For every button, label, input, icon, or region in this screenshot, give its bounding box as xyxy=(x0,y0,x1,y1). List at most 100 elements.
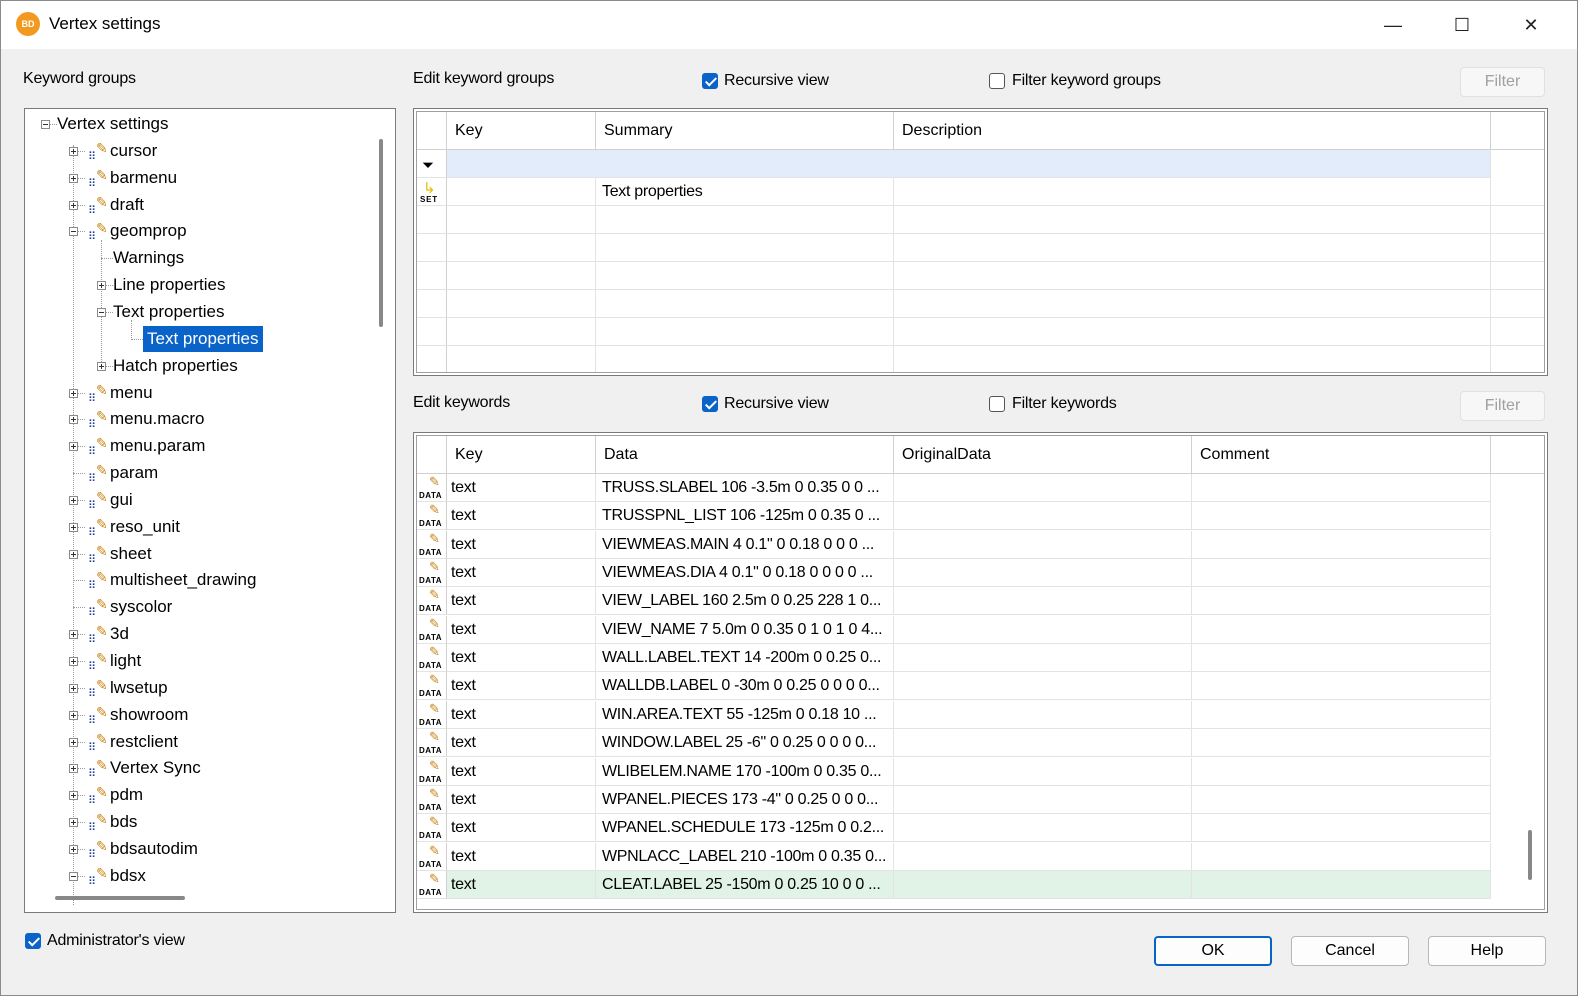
tree-item-label[interactable]: gui xyxy=(110,487,133,513)
row-header[interactable]: ✎ DATA xyxy=(417,842,447,871)
keyword-comment-cell[interactable] xyxy=(1192,474,1491,502)
tree-item-label[interactable]: cursor xyxy=(110,138,157,164)
row-header[interactable]: ✎ DATA xyxy=(417,587,447,616)
column-header-data[interactable]: Data xyxy=(596,436,894,474)
tree-item-label[interactable]: bdsautodim xyxy=(110,836,198,862)
filter-row[interactable] xyxy=(447,150,1491,178)
tree-item[interactable]: ✎ ⠿ menu xyxy=(25,380,370,406)
column-header-originaldata[interactable]: OriginalData xyxy=(894,436,1192,474)
row-header[interactable]: ✎ DATA xyxy=(417,502,447,531)
keyword-key-cell[interactable]: text xyxy=(447,842,596,871)
column-header-comment[interactable]: Comment xyxy=(1192,436,1491,474)
tree-item-label[interactable]: light xyxy=(110,648,141,674)
tree-item-label[interactable]: restclient xyxy=(110,729,178,755)
keywords-recursive-checkbox[interactable] xyxy=(702,396,718,412)
expand-icon[interactable] xyxy=(69,737,78,747)
keyword-data-cell[interactable]: VIEW_LABEL 160 2.5m 0 0.25 228 1 0... xyxy=(596,587,894,616)
keyword-comment-cell[interactable] xyxy=(1192,870,1491,899)
tree-item-label[interactable]: syscolor xyxy=(110,594,172,620)
keyword-key-cell[interactable]: text xyxy=(447,729,596,758)
keyword-data-cell[interactable]: VIEWMEAS.DIA 4 0.1" 0 0.18 0 0 0 0 ... xyxy=(596,559,894,588)
keyword-key-cell[interactable]: text xyxy=(447,814,596,843)
filter-row-header[interactable]: ⏷ xyxy=(417,150,447,178)
tree-item[interactable]: Text properties xyxy=(25,299,370,325)
keyword-key-cell[interactable]: text xyxy=(447,474,596,502)
keyword-originaldata-cell[interactable] xyxy=(894,530,1192,559)
keyword-comment-cell[interactable] xyxy=(1192,559,1491,588)
keyword-data-cell[interactable]: WALLDB.LABEL 0 -30m 0 0.25 0 0 0 0... xyxy=(596,672,894,701)
tree-item[interactable]: ✎ ⠿ param xyxy=(25,460,370,486)
expand-icon[interactable] xyxy=(69,173,78,183)
tree-item-label[interactable]: reso_unit xyxy=(110,514,180,540)
tree-item-label[interactable]: param xyxy=(110,460,158,486)
keyword-key-cell[interactable]: text xyxy=(447,870,596,899)
row-header[interactable]: ✎ DATA xyxy=(417,814,447,843)
row-header[interactable]: ✎ DATA xyxy=(417,530,447,559)
tree-item-label[interactable]: barmenu xyxy=(110,165,177,191)
tree-item[interactable]: ✎ ⠿ showroom xyxy=(25,702,370,728)
expand-icon[interactable] xyxy=(69,844,78,854)
tree-item[interactable]: ✎ ⠿ barmenu xyxy=(25,165,370,191)
tree-item-label[interactable]: Line properties xyxy=(113,272,225,298)
keyword-originaldata-cell[interactable] xyxy=(894,615,1192,644)
tree-item-label[interactable]: Hatch properties xyxy=(113,353,238,379)
admin-view-label[interactable]: Administrator's view xyxy=(47,932,185,950)
row-header[interactable]: ✎ DATA xyxy=(417,729,447,758)
expand-icon[interactable] xyxy=(69,764,78,774)
column-header-description[interactable]: Description xyxy=(894,112,1491,150)
tree-item[interactable]: ✎ ⠿ light xyxy=(25,648,370,674)
tree-item[interactable]: ✎ ⠿ cursor xyxy=(25,138,370,164)
tree-item[interactable]: ✎ ⠿ 3d xyxy=(25,621,370,647)
tree-item-label[interactable]: showroom xyxy=(110,702,188,728)
expand-icon[interactable] xyxy=(69,415,78,425)
tree-item[interactable]: ✎ ⠿ syscolor xyxy=(25,594,370,620)
filter-keywords-label[interactable]: Filter keywords xyxy=(1012,395,1117,413)
expand-icon[interactable] xyxy=(97,361,106,371)
collapse-icon[interactable] xyxy=(97,307,106,317)
keyword-comment-cell[interactable] xyxy=(1192,615,1491,644)
keyword-originaldata-cell[interactable] xyxy=(894,587,1192,616)
keywords-filter-button[interactable]: Filter xyxy=(1460,391,1545,421)
tree-item[interactable]: Text properties xyxy=(25,325,370,352)
row-header[interactable]: ✎ DATA xyxy=(417,474,447,502)
tree-item[interactable]: ✎ ⠿ lwsetup xyxy=(25,675,370,701)
expand-icon[interactable] xyxy=(69,388,78,398)
keyword-originaldata-cell[interactable] xyxy=(894,672,1192,701)
keyword-data-cell[interactable]: WPANEL.SCHEDULE 173 -125m 0 0.2... xyxy=(596,814,894,843)
tree-item[interactable]: Hatch properties xyxy=(25,353,370,379)
keyword-key-cell[interactable]: text xyxy=(447,644,596,673)
keyword-data-cell[interactable]: WPNLACC_LABEL 210 -100m 0 0.35 0... xyxy=(596,842,894,871)
tree-item-label[interactable]: menu.macro xyxy=(110,406,204,432)
admin-view-checkbox[interactable] xyxy=(25,933,41,949)
collapse-icon[interactable] xyxy=(69,227,78,237)
keyword-originaldata-cell[interactable] xyxy=(894,729,1192,758)
keyword-key-cell[interactable]: text xyxy=(447,785,596,814)
row-header[interactable]: ✎ DATA xyxy=(417,615,447,644)
collapse-icon[interactable] xyxy=(41,120,50,129)
tree-item[interactable]: ✎ ⠿ gui xyxy=(25,487,370,513)
expand-icon[interactable] xyxy=(97,281,106,291)
close-button[interactable]: ✕ xyxy=(1500,1,1562,49)
tree-item-label[interactable]: Text properties xyxy=(113,299,225,325)
column-header-key[interactable]: Key xyxy=(447,112,596,150)
keyword-originaldata-cell[interactable] xyxy=(894,502,1192,531)
expand-icon[interactable] xyxy=(69,200,78,210)
tree-item[interactable]: ✎ ⠿ restclient xyxy=(25,729,370,755)
row-header[interactable]: ✎ DATA xyxy=(417,559,447,588)
keyword-data-cell[interactable]: WINDOW.LABEL 25 -6" 0 0.25 0 0 0 0... xyxy=(596,729,894,758)
keyword-originaldata-cell[interactable] xyxy=(894,644,1192,673)
keyword-key-cell[interactable]: text xyxy=(447,530,596,559)
tree-item-label[interactable]: geomprop xyxy=(110,218,187,244)
keyword-data-cell[interactable]: TRUSS.SLABEL 106 -3.5m 0 0.35 0 0 ... xyxy=(596,474,894,502)
keyword-originaldata-cell[interactable] xyxy=(894,870,1192,899)
filter-groups-label[interactable]: Filter keyword groups xyxy=(1012,72,1161,90)
tree-item[interactable]: ✎ ⠿ bdsautodim xyxy=(25,836,370,862)
filter-groups-checkbox[interactable] xyxy=(989,73,1005,89)
tree-item[interactable]: ✎ ⠿ sheet xyxy=(25,541,370,567)
expand-icon[interactable] xyxy=(69,522,78,532)
keyword-comment-cell[interactable] xyxy=(1192,757,1491,786)
row-header[interactable]: ✎ DATA xyxy=(417,870,447,899)
keyword-originaldata-cell[interactable] xyxy=(894,559,1192,588)
tree-item-label[interactable]: 3d xyxy=(110,621,129,647)
tree-item-label[interactable]: sheet xyxy=(110,541,152,567)
